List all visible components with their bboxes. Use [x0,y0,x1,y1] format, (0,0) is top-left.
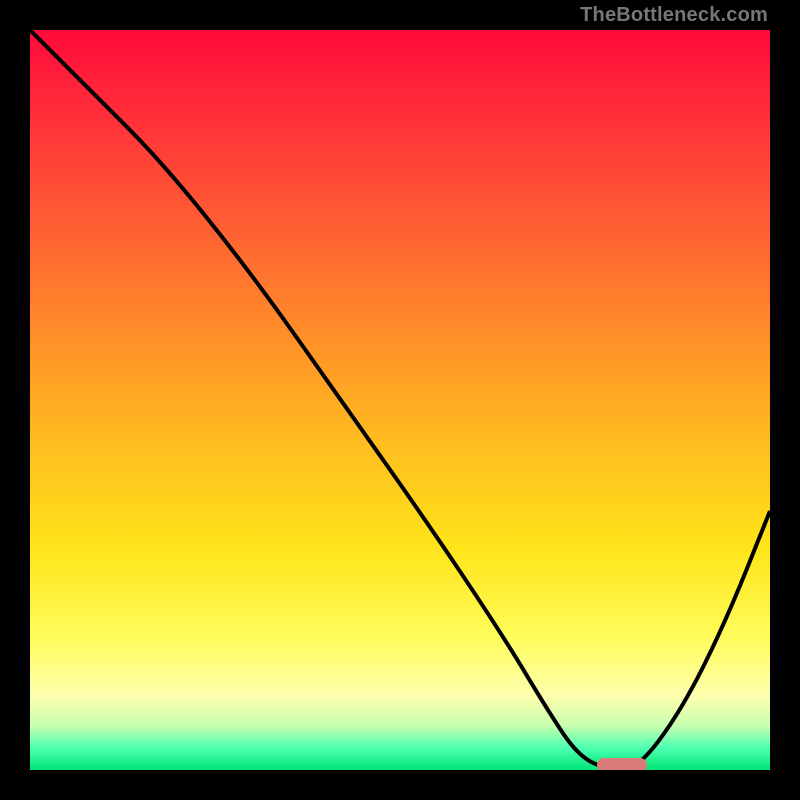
optimal-range-marker [597,758,647,770]
chart-frame: TheBottleneck.com [0,0,800,800]
bottleneck-curve [30,30,770,770]
plot-area [30,30,770,770]
watermark-text: TheBottleneck.com [580,4,768,27]
curve-path [30,30,770,770]
